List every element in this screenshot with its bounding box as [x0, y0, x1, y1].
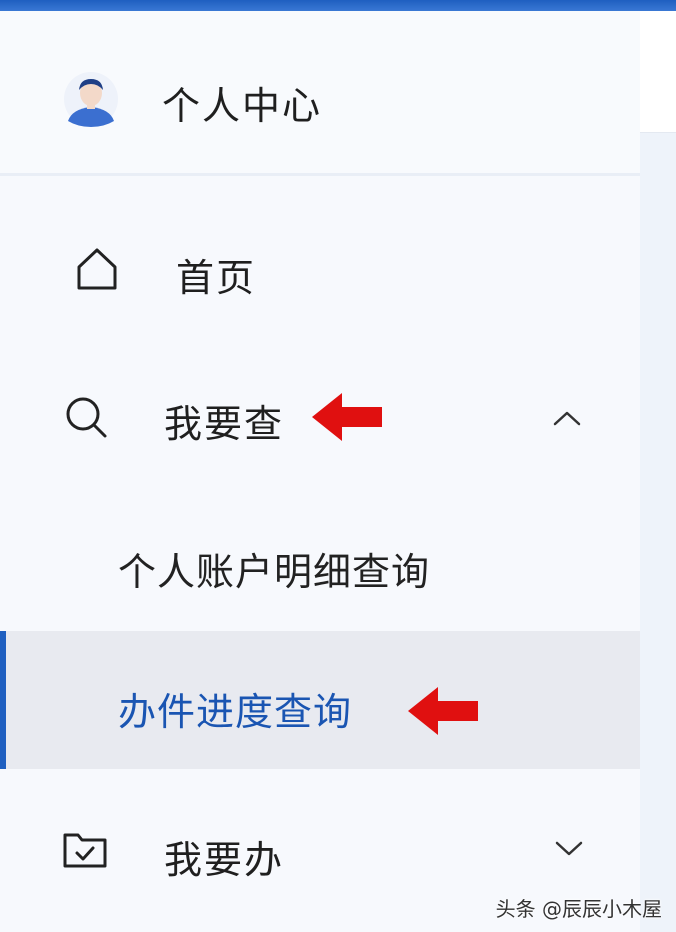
home-label: 首页: [176, 256, 257, 300]
sub-item-account-detail-query[interactable]: 个人账户明细查询: [0, 491, 640, 631]
user-avatar-icon: [64, 71, 118, 127]
search-icon: [64, 395, 110, 445]
content-area-edge: [640, 11, 676, 932]
folder-check-icon: [62, 829, 108, 873]
user-center-label: 个人中心: [162, 84, 323, 128]
query-label: 我要查: [164, 402, 285, 446]
sidebar-user-center[interactable]: 个人中心: [0, 11, 640, 176]
active-indicator: [0, 631, 6, 769]
chevron-up-icon[interactable]: [552, 409, 582, 431]
sub-item-label: 办件进度查询: [118, 690, 353, 734]
watermark-text: 头条 @辰辰小木屋: [495, 897, 662, 921]
top-accent-bar: [0, 0, 676, 11]
sidebar: 个人中心 首页 我要查 个人账户明细查询 办件进度查询 我要办: [0, 11, 640, 932]
sidebar-item-home[interactable]: 首页: [0, 191, 640, 351]
content-header-strip: [640, 11, 676, 133]
sub-item-label: 个人账户明细查询: [118, 550, 431, 594]
red-arrow-icon: [408, 685, 480, 741]
sidebar-item-query[interactable]: 我要查: [0, 351, 640, 491]
chevron-down-icon[interactable]: [554, 839, 584, 861]
sub-item-progress-query[interactable]: 办件进度查询: [0, 631, 640, 769]
handle-label: 我要办: [164, 838, 285, 882]
home-icon: [76, 247, 118, 295]
app-window: 个人中心 首页 我要查 个人账户明细查询 办件进度查询 我要办 头条 @辰辰小木…: [0, 0, 676, 932]
red-arrow-icon: [312, 391, 384, 447]
